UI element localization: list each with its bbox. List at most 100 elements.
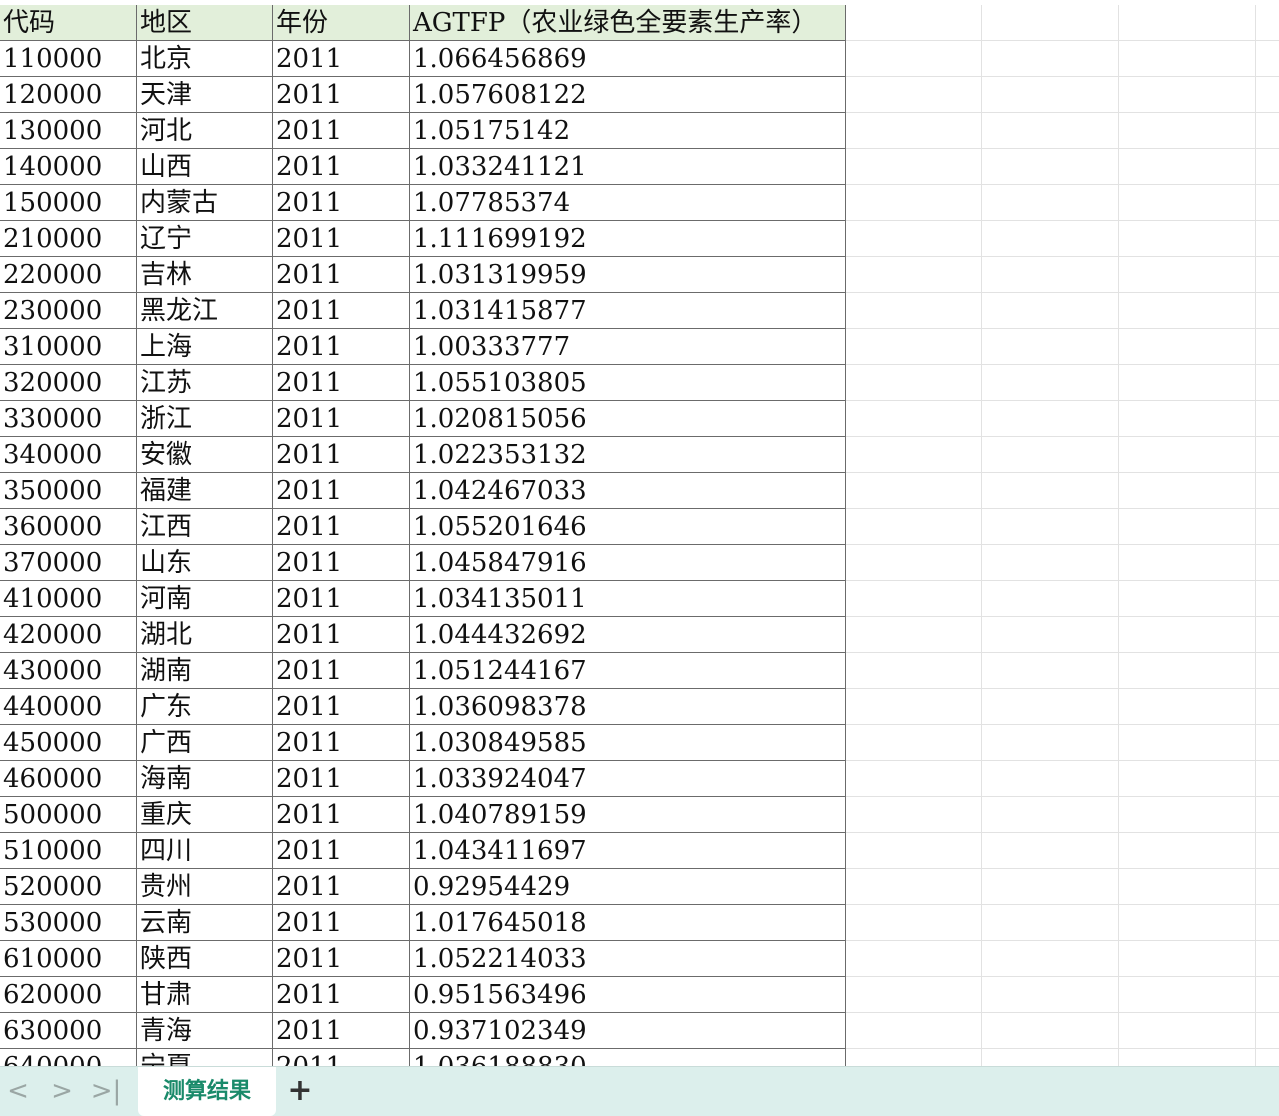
- empty-cell[interactable]: [982, 473, 1119, 509]
- column-header[interactable]: 代码: [0, 5, 137, 41]
- table-cell[interactable]: 2011: [273, 725, 410, 761]
- table-cell[interactable]: 630000: [0, 1013, 137, 1049]
- table-cell[interactable]: 130000: [0, 113, 137, 149]
- table-cell[interactable]: 460000: [0, 761, 137, 797]
- table-cell[interactable]: 河南: [137, 581, 273, 617]
- table-cell[interactable]: 1.030849585: [410, 725, 846, 761]
- empty-cell[interactable]: [982, 329, 1119, 365]
- empty-cell[interactable]: [982, 185, 1119, 221]
- empty-cell[interactable]: [1256, 689, 1279, 725]
- empty-cell[interactable]: [982, 617, 1119, 653]
- empty-cell[interactable]: [1256, 221, 1279, 257]
- table-cell[interactable]: 2011: [273, 833, 410, 869]
- empty-cell[interactable]: [982, 545, 1119, 581]
- table-cell[interactable]: 530000: [0, 905, 137, 941]
- table-cell[interactable]: 青海: [137, 1013, 273, 1049]
- table-cell[interactable]: 1.033241121: [410, 149, 846, 185]
- table-cell[interactable]: 2011: [273, 761, 410, 797]
- table-cell[interactable]: 1.00333777: [410, 329, 846, 365]
- table-cell[interactable]: 2011: [273, 1049, 410, 1066]
- table-cell[interactable]: 1.034135011: [410, 581, 846, 617]
- table-cell[interactable]: 0.951563496: [410, 977, 846, 1013]
- empty-cell[interactable]: [982, 725, 1119, 761]
- table-cell[interactable]: 1.020815056: [410, 401, 846, 437]
- table-cell[interactable]: 2011: [273, 221, 410, 257]
- table-cell[interactable]: 640000: [0, 1049, 137, 1066]
- empty-cell[interactable]: [982, 797, 1119, 833]
- table-cell[interactable]: 天津: [137, 77, 273, 113]
- table-cell[interactable]: 2011: [273, 617, 410, 653]
- table-cell[interactable]: 2011: [273, 77, 410, 113]
- empty-cell[interactable]: [846, 149, 982, 185]
- table-cell[interactable]: 湖北: [137, 617, 273, 653]
- empty-cell[interactable]: [1256, 509, 1279, 545]
- table-cell[interactable]: 2011: [273, 977, 410, 1013]
- empty-cell[interactable]: [846, 1049, 982, 1066]
- table-cell[interactable]: 520000: [0, 869, 137, 905]
- table-cell[interactable]: 广东: [137, 689, 273, 725]
- table-cell[interactable]: 0.937102349: [410, 1013, 846, 1049]
- table-cell[interactable]: 370000: [0, 545, 137, 581]
- empty-cell[interactable]: [982, 1049, 1119, 1066]
- table-cell[interactable]: 2011: [273, 869, 410, 905]
- table-cell[interactable]: 2011: [273, 401, 410, 437]
- table-cell[interactable]: 1.031319959: [410, 257, 846, 293]
- table-cell[interactable]: 120000: [0, 77, 137, 113]
- empty-cell[interactable]: [846, 113, 982, 149]
- empty-cell[interactable]: [1119, 797, 1256, 833]
- empty-cell[interactable]: [846, 329, 982, 365]
- table-cell[interactable]: 330000: [0, 401, 137, 437]
- empty-cell[interactable]: [1256, 1049, 1279, 1066]
- table-cell[interactable]: 重庆: [137, 797, 273, 833]
- table-cell[interactable]: 500000: [0, 797, 137, 833]
- empty-cell[interactable]: [1256, 149, 1279, 185]
- table-cell[interactable]: 1.111699192: [410, 221, 846, 257]
- empty-cell[interactable]: [1119, 977, 1256, 1013]
- empty-cell[interactable]: [846, 437, 982, 473]
- add-sheet-button[interactable]: +: [284, 1075, 316, 1107]
- table-cell[interactable]: 320000: [0, 365, 137, 401]
- table-cell[interactable]: 1.051244167: [410, 653, 846, 689]
- empty-cell[interactable]: [1119, 401, 1256, 437]
- table-cell[interactable]: 1.055201646: [410, 509, 846, 545]
- table-cell[interactable]: 1.055103805: [410, 365, 846, 401]
- empty-cell[interactable]: [846, 653, 982, 689]
- empty-cell[interactable]: [1119, 761, 1256, 797]
- table-cell[interactable]: 2011: [273, 293, 410, 329]
- empty-cell[interactable]: [1256, 5, 1279, 41]
- empty-cell[interactable]: [846, 689, 982, 725]
- empty-cell[interactable]: [1256, 797, 1279, 833]
- empty-cell[interactable]: [1119, 617, 1256, 653]
- table-cell[interactable]: 2011: [273, 185, 410, 221]
- empty-cell[interactable]: [1119, 869, 1256, 905]
- empty-cell[interactable]: [846, 905, 982, 941]
- empty-cell[interactable]: [982, 833, 1119, 869]
- table-cell[interactable]: 2011: [273, 797, 410, 833]
- spreadsheet-grid[interactable]: 代码 地区 年份 AGTFP（农业绿色全要素生产率） 110000 北京 2011 1.066…: [0, 0, 1279, 1066]
- table-cell[interactable]: 2011: [273, 41, 410, 77]
- table-cell[interactable]: 内蒙古: [137, 185, 273, 221]
- empty-cell[interactable]: [846, 257, 982, 293]
- table-cell[interactable]: 510000: [0, 833, 137, 869]
- empty-cell[interactable]: [1119, 1049, 1256, 1066]
- empty-cell[interactable]: [982, 869, 1119, 905]
- empty-cell[interactable]: [1119, 905, 1256, 941]
- table-cell[interactable]: 1.042467033: [410, 473, 846, 509]
- empty-cell[interactable]: [982, 689, 1119, 725]
- empty-cell[interactable]: [1119, 41, 1256, 77]
- empty-cell[interactable]: [1256, 869, 1279, 905]
- empty-cell[interactable]: [982, 257, 1119, 293]
- table-cell[interactable]: 440000: [0, 689, 137, 725]
- empty-cell[interactable]: [1119, 473, 1256, 509]
- empty-cell[interactable]: [1256, 653, 1279, 689]
- empty-cell[interactable]: [1119, 1013, 1256, 1049]
- column-header[interactable]: AGTFP（农业绿色全要素生产率）: [410, 5, 846, 41]
- empty-cell[interactable]: [1256, 581, 1279, 617]
- empty-cell[interactable]: [1256, 257, 1279, 293]
- table-cell[interactable]: 吉林: [137, 257, 273, 293]
- empty-cell[interactable]: [982, 509, 1119, 545]
- empty-cell[interactable]: [1119, 509, 1256, 545]
- table-cell[interactable]: 360000: [0, 509, 137, 545]
- empty-cell[interactable]: [846, 185, 982, 221]
- empty-cell[interactable]: [1256, 185, 1279, 221]
